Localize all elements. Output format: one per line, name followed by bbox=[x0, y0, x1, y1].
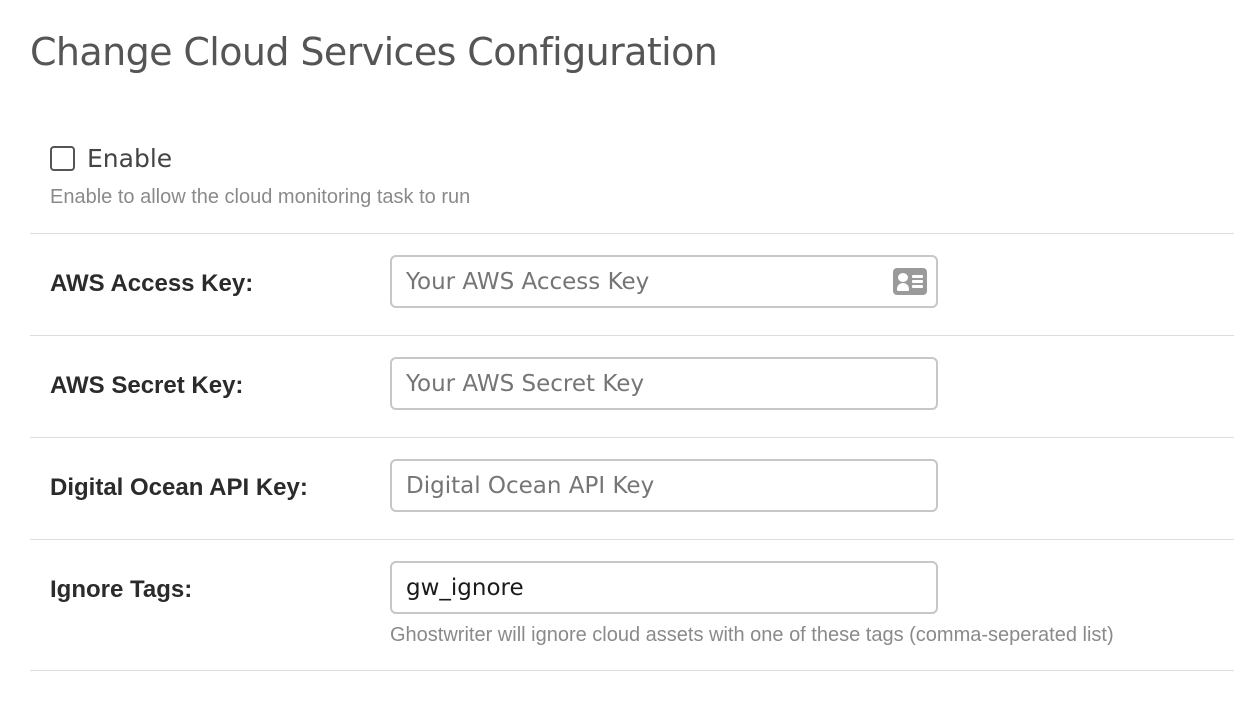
aws-access-key-input[interactable] bbox=[390, 255, 938, 308]
divider bbox=[30, 539, 1234, 540]
aws-secret-key-input[interactable] bbox=[390, 357, 938, 410]
divider bbox=[30, 437, 1234, 438]
cloud-services-config-page: Change Cloud Services Configuration Enab… bbox=[0, 0, 1234, 712]
enable-help-text: Enable to allow the cloud monitoring tas… bbox=[50, 186, 471, 208]
divider bbox=[30, 233, 1234, 234]
aws-access-key-label: AWS Access Key: bbox=[50, 270, 254, 297]
page-title: Change Cloud Services Configuration bbox=[30, 30, 718, 74]
enable-checkbox[interactable] bbox=[50, 146, 75, 171]
divider bbox=[30, 335, 1234, 336]
ignore-tags-help-text: Ghostwriter will ignore cloud assets wit… bbox=[390, 624, 1114, 646]
divider bbox=[30, 670, 1234, 671]
contact-card-icon[interactable] bbox=[893, 268, 927, 295]
enable-label[interactable]: Enable bbox=[87, 144, 172, 173]
ignore-tags-label: Ignore Tags: bbox=[50, 576, 193, 603]
enable-row: Enable bbox=[50, 144, 172, 173]
ignore-tags-input[interactable] bbox=[390, 561, 938, 614]
digital-ocean-api-key-label: Digital Ocean API Key: bbox=[50, 474, 308, 501]
aws-secret-key-label: AWS Secret Key: bbox=[50, 372, 244, 399]
digital-ocean-api-key-input[interactable] bbox=[390, 459, 938, 512]
